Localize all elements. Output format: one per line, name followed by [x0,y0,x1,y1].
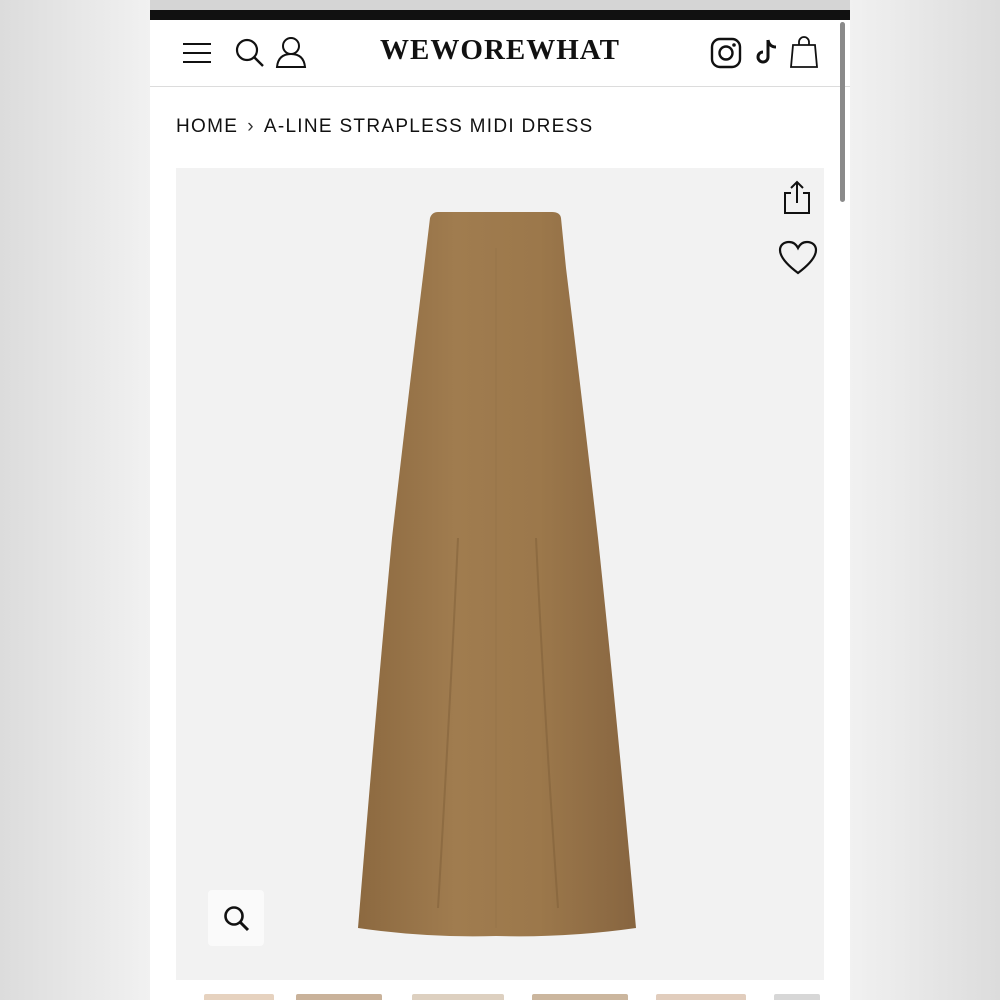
top-bar [150,10,850,20]
site-header: WEWOREWHAT [150,20,850,87]
heart-icon[interactable] [778,240,818,276]
share-icon[interactable] [780,178,814,216]
dress-image [358,212,636,937]
menu-icon[interactable] [180,38,214,68]
thumbnail[interactable] [656,994,746,1000]
status-strip [150,0,850,10]
thumbnail[interactable] [412,994,504,1000]
breadcrumb: HOME › A-LINE STRAPLESS MIDI DRESS [176,116,594,138]
background-right [850,0,1000,1000]
background-left [0,0,150,1000]
scrollbar[interactable] [840,22,845,202]
zoom-icon [224,906,250,932]
phone-screen: WEWOREWHAT HOME › A-LINE STRAPLESS MIDI DR… [150,0,850,1000]
breadcrumb-separator: › [247,116,255,137]
bag-icon[interactable] [790,35,818,69]
tiktok-icon[interactable] [755,37,781,67]
account-icon[interactable] [274,35,308,69]
thumbnail[interactable] [532,994,628,1000]
site-logo[interactable]: WEWOREWHAT [330,34,670,67]
search-icon[interactable] [234,37,266,69]
breadcrumb-home[interactable]: HOME [176,116,238,137]
product-image-gallery[interactable] [176,168,824,980]
thumbnail[interactable] [204,994,274,1000]
breadcrumb-current: A-LINE STRAPLESS MIDI DRESS [263,116,594,137]
thumbnail-strip [176,990,836,1000]
zoom-button[interactable] [208,890,264,946]
thumbnail[interactable] [296,994,382,1000]
thumbnail[interactable] [774,994,820,1000]
instagram-icon[interactable] [710,37,742,69]
